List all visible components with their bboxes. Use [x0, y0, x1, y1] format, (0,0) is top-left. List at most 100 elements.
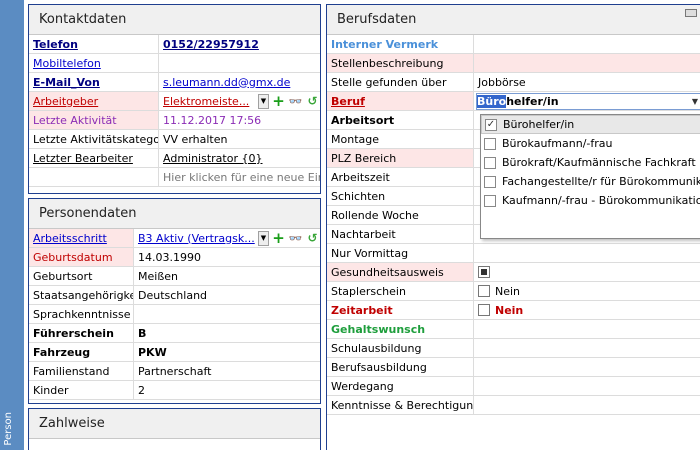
beruf-option[interactable]: Fachangestellte/r für Bürokommunikation: [481, 172, 700, 191]
zeitarbeit-checkbox[interactable]: [478, 304, 490, 316]
undo-icon[interactable]: ↺: [305, 94, 320, 109]
label-stellenbeschreibung: Stellenbeschreibung: [331, 56, 444, 70]
label-nur-vormittag: Nur Vormittag: [331, 246, 409, 260]
beruf-option-label: Bürokaufmann/-frau: [502, 137, 613, 150]
value-stellenbeschreibung[interactable]: [473, 54, 700, 72]
label-telefon[interactable]: Telefon: [29, 38, 158, 51]
beruf-option-label: Kaufmann/-frau - Bürokommunikation: [502, 194, 700, 207]
beruf-option[interactable]: ✓ Bürohelfer/in: [481, 115, 700, 134]
row-staplerschein: Staplerschein Nein: [327, 282, 700, 301]
row-nur-vormittag: Nur Vormittag: [327, 244, 700, 263]
value-letzter-bearbeiter[interactable]: Administrator {0}: [163, 152, 262, 165]
chevron-down-icon[interactable]: ▼: [258, 230, 269, 246]
label-beruf[interactable]: Beruf: [327, 95, 473, 108]
row-geburtsort: Geburtsort Meißen: [29, 267, 320, 286]
row-kinder: Kinder 2: [29, 381, 320, 400]
label-gehaltswunsch: Gehaltswunsch: [331, 322, 426, 336]
value-berufsausbildung[interactable]: [473, 358, 700, 376]
value-kenntnisse[interactable]: [473, 396, 700, 414]
checkmark-icon[interactable]: ✓: [485, 118, 497, 131]
label-mobiltelefon[interactable]: Mobiltelefon: [29, 57, 158, 70]
value-gehaltswunsch[interactable]: [473, 320, 700, 338]
add-icon[interactable]: +: [271, 92, 286, 110]
label-arbeitsschritt[interactable]: Arbeitsschritt: [29, 232, 133, 245]
option-checkbox[interactable]: [484, 137, 496, 150]
gesundheitsausweis-checkbox[interactable]: [478, 266, 490, 278]
row-beruf: Beruf Büro helfer/in ▼: [327, 92, 700, 111]
row-letzter-bearbeiter: Letzter Bearbeiter Administrator {0}: [29, 149, 320, 168]
label-staplerschein: Staplerschein: [331, 284, 406, 298]
left-side-strip: Person: [0, 0, 24, 450]
row-telefon: Telefon 0152/22957912: [29, 35, 320, 54]
label-arbeitsort: Arbeitsort: [331, 113, 395, 127]
label-letzter-bearbeiter[interactable]: Letzter Bearbeiter: [29, 152, 158, 165]
value-staatsangehoerigkeit[interactable]: Deutschland: [133, 286, 320, 304]
label-arbeitgeber[interactable]: Arbeitgeber: [29, 95, 158, 108]
undo-icon[interactable]: ↺: [305, 231, 320, 246]
label-letzte-aktivitaet: Letzte Aktivität: [33, 113, 117, 127]
label-zeitarbeit: Zeitarbeit: [331, 303, 393, 317]
option-checkbox[interactable]: [484, 175, 496, 188]
value-interner-vermerk[interactable]: [473, 35, 700, 53]
row-schulausbildung: Schulausbildung: [327, 339, 700, 358]
value-arbeitsschritt[interactable]: B3 Aktiv (Vertragsk...: [138, 232, 256, 245]
staplerschein-checkbox[interactable]: [478, 285, 490, 297]
value-nur-vormittag[interactable]: [473, 244, 700, 262]
value-schulausbildung[interactable]: [473, 339, 700, 357]
label-arbeitszeit: Arbeitszeit: [331, 170, 390, 184]
value-arbeitgeber[interactable]: Elektromeiste...: [163, 95, 256, 108]
label-staatsangehoerigkeit: Staatsangehörigkeit: [33, 288, 133, 302]
option-checkbox[interactable]: [484, 194, 496, 207]
beruf-option[interactable]: Kaufmann/-frau - Bürokommunikation: [481, 191, 700, 210]
add-icon[interactable]: +: [271, 229, 286, 247]
row-mobiltelefon: Mobiltelefon: [29, 54, 320, 73]
zahlweise-title: Zahlweise: [29, 409, 320, 439]
value-geburtsort[interactable]: Meißen: [133, 267, 320, 285]
kontaktdaten-panel: Kontaktdaten Telefon 0152/22957912 Mobil…: [28, 4, 321, 194]
beruf-option[interactable]: Bürokraft/Kaufmännische Fachkraft: [481, 153, 700, 172]
side-strip-label: Person: [3, 412, 14, 446]
label-plz-bereich: PLZ Bereich: [331, 151, 397, 165]
value-geburtsdatum[interactable]: 14.03.1990: [133, 248, 320, 266]
row-stelle-gefunden: Stelle gefunden über Jobbörse: [327, 73, 700, 92]
value-familienstand[interactable]: Partnerschaft: [133, 362, 320, 380]
value-letzte-aktivitaetskategorie: VV erhalten: [158, 130, 320, 148]
label-letzte-aktivitaetskategorie: Letzte Aktivitätskategorie: [33, 132, 158, 146]
value-kinder[interactable]: 2: [133, 381, 320, 399]
row-geburtsdatum: Geburtsdatum 14.03.1990: [29, 248, 320, 267]
label-interner-vermerk: Interner Vermerk: [331, 37, 439, 51]
value-stelle-gefunden[interactable]: Jobbörse: [473, 73, 700, 91]
row-interner-vermerk: Interner Vermerk: [327, 35, 700, 54]
new-entry-hint[interactable]: Hier klicken für eine neue Ein...: [158, 168, 320, 186]
label-nachtarbeit: Nachtarbeit: [331, 227, 396, 241]
chevron-down-icon[interactable]: ▼: [690, 94, 700, 109]
row-letzte-aktivitaetskategorie: Letzte Aktivitätskategorie VV erhalten: [29, 130, 320, 149]
value-telefon[interactable]: 0152/22957912: [163, 38, 259, 51]
binoculars-icon[interactable]: 👓: [288, 231, 303, 246]
beruf-option[interactable]: Bürokaufmann/-frau: [481, 134, 700, 153]
value-fahrzeug[interactable]: PKW: [133, 343, 320, 361]
chevron-down-icon[interactable]: ▼: [258, 93, 269, 109]
beruf-combobox[interactable]: Büro helfer/in ▼: [476, 92, 700, 110]
label-werdegang: Werdegang: [331, 379, 394, 393]
value-fuehrerschein[interactable]: B: [133, 324, 320, 342]
window-icon[interactable]: [685, 9, 697, 17]
personendaten-title: Personendaten: [29, 199, 320, 229]
label-sprachkenntnisse: Sprachkenntnisse: [33, 307, 131, 321]
value-werdegang[interactable]: [473, 377, 700, 395]
row-werdegang: Werdegang: [327, 377, 700, 396]
label-kenntnisse: Kenntnisse & Berechtigungen: [331, 398, 473, 412]
label-email[interactable]: E-Mail_Von: [29, 76, 158, 89]
value-zeitarbeit: Nein: [495, 303, 524, 317]
option-checkbox[interactable]: [484, 156, 496, 169]
label-familienstand: Familienstand: [33, 364, 110, 378]
row-staatsangehoerigkeit: Staatsangehörigkeit Deutschland: [29, 286, 320, 305]
value-sprachkenntnisse[interactable]: [133, 305, 320, 323]
row-gehaltswunsch: Gehaltswunsch: [327, 320, 700, 339]
kontaktdaten-title: Kontaktdaten: [29, 5, 320, 35]
row-email: E-Mail_Von s.leumann.dd@gmx.de: [29, 73, 320, 92]
binoculars-icon[interactable]: 👓: [288, 94, 303, 109]
value-email[interactable]: s.leumann.dd@gmx.de: [163, 76, 290, 89]
value-mobiltelefon[interactable]: [158, 54, 320, 72]
beruf-dropdown-list[interactable]: ✓ Bürohelfer/in Bürokaufmann/-frau Bürok…: [480, 114, 700, 239]
